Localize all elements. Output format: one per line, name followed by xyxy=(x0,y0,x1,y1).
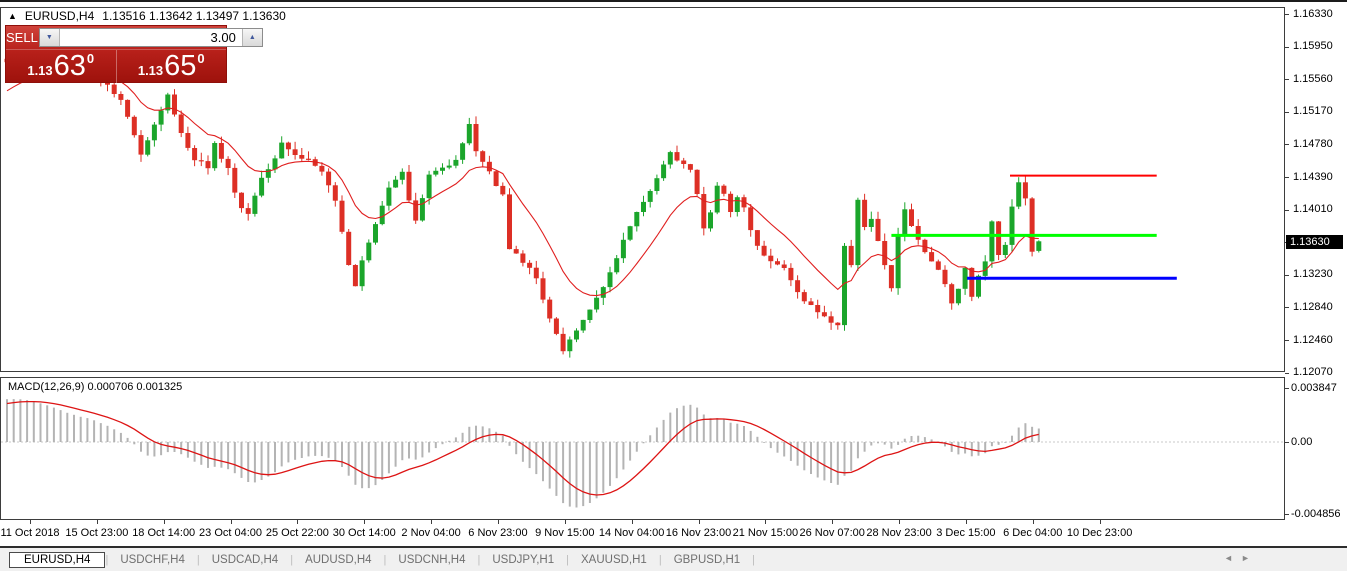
price-scale-label: 1.14010 xyxy=(1293,203,1333,216)
chart-tab-usdcad[interactable]: USDCAD,H4 xyxy=(200,554,290,566)
macd-indicator-label: MACD(12,26,9) 0.000706 0.001325 xyxy=(8,381,182,393)
price-scale-label: 1.15170 xyxy=(1293,105,1333,118)
chart-tab-xauusd[interactable]: XAUUSD,H1 xyxy=(569,554,659,566)
sell-price-prefix: 1.13 xyxy=(27,63,52,78)
chart-tab-bar: EURUSD,H4|USDCHF,H4|USDCAD,H4|AUDUSD,H4|… xyxy=(0,548,1347,571)
chart-tab-gbpusd[interactable]: GBPUSD,H1 xyxy=(662,554,752,566)
volume-decrease-button[interactable]: ▼ xyxy=(40,29,60,46)
time-axis-label: 6 Nov 23:00 xyxy=(468,527,527,539)
time-axis-label: 10 Dec 23:00 xyxy=(1067,527,1132,539)
macd-scale-label: 0.00 xyxy=(1291,436,1312,449)
time-axis-label: 9 Nov 15:00 xyxy=(535,527,594,539)
volume-spinner: ▼ ▲ xyxy=(39,28,263,47)
macd-scale-label: -0.004856 xyxy=(1291,508,1341,521)
price-scale-label: 1.16330 xyxy=(1293,8,1333,21)
ohlc-values: 1.13516 1.13642 1.13497 1.13630 xyxy=(102,9,286,23)
time-axis-label: 18 Oct 14:00 xyxy=(132,527,195,539)
time-axis-tick xyxy=(699,520,700,524)
chart-tab-usdjpy[interactable]: USDJPY,H1 xyxy=(480,554,566,566)
macd-scale-tick xyxy=(1285,442,1289,443)
price-scale-label: 1.12070 xyxy=(1293,366,1333,379)
buy-price-prefix: 1.13 xyxy=(138,63,163,78)
price-scale-tick xyxy=(1285,79,1289,80)
current-price-box: 1.13630 xyxy=(1286,235,1343,249)
volume-increase-button[interactable]: ▲ xyxy=(242,29,262,46)
time-axis-label: 15 Oct 23:00 xyxy=(65,527,128,539)
price-scale-tick xyxy=(1285,47,1289,48)
time-axis-tick xyxy=(498,520,499,524)
price-scale-label: 1.13230 xyxy=(1293,268,1333,281)
chart-tab-audusd[interactable]: AUDUSD,H4 xyxy=(293,554,383,566)
price-scale-label: 1.15950 xyxy=(1293,40,1333,53)
sell-price-pipette: 0 xyxy=(87,51,94,66)
time-axis-label: 25 Oct 22:00 xyxy=(266,527,329,539)
chart-tab-eurusd[interactable]: EURUSD,H4 xyxy=(9,552,105,568)
time-axis-tick xyxy=(899,520,900,524)
time-axis-label: 23 Oct 04:00 xyxy=(199,527,262,539)
buy-price-button[interactable]: 1.13 65 0 xyxy=(117,50,227,83)
price-scale-label: 1.12460 xyxy=(1293,334,1333,347)
price-scale-tick xyxy=(1285,112,1289,113)
time-axis-tick xyxy=(966,520,967,524)
price-scale-label: 1.15560 xyxy=(1293,73,1333,86)
tab-scroll-left-icon[interactable]: ◄ xyxy=(1224,552,1233,564)
tab-scroll-right-icon[interactable]: ► xyxy=(1241,552,1250,564)
time-axis-label: 30 Oct 14:00 xyxy=(333,527,396,539)
symbol-arrow-icon: ▲ xyxy=(8,11,17,21)
time-axis-tick xyxy=(1100,520,1101,524)
macd-scale-tick xyxy=(1285,514,1289,515)
price-scale-tick xyxy=(1285,275,1289,276)
macd-scale-label: 0.003847 xyxy=(1291,382,1337,395)
price-scale-tick xyxy=(1285,177,1289,178)
terminal-window: ▲ EURUSD,H4 1.13516 1.13642 1.13497 1.13… xyxy=(0,0,1347,571)
price-scale-label: 1.14780 xyxy=(1293,138,1333,151)
sell-price-big: 63 xyxy=(54,51,86,81)
price-scale-label: 1.12840 xyxy=(1293,301,1333,314)
time-axis-label: 6 Dec 04:00 xyxy=(1003,527,1062,539)
price-scale-tick xyxy=(1285,373,1289,374)
chart-tab-usdcnh[interactable]: USDCNH,H4 xyxy=(386,554,477,566)
tab-separator: | xyxy=(752,554,755,566)
time-axis-label: 26 Nov 07:00 xyxy=(799,527,864,539)
price-scale-tick xyxy=(1285,144,1289,145)
sell-button[interactable]: SELL xyxy=(6,26,38,49)
buy-button[interactable]: BUY xyxy=(264,26,291,49)
symbol-title: EURUSD,H4 xyxy=(25,9,94,23)
time-axis-label: 28 Nov 23:00 xyxy=(866,527,931,539)
time-axis-tick xyxy=(97,520,98,524)
time-axis-tick xyxy=(565,520,566,524)
volume-input[interactable] xyxy=(60,29,242,46)
time-axis-tick xyxy=(364,520,365,524)
time-axis-label: 11 Oct 2018 xyxy=(0,527,59,539)
price-scale-tick xyxy=(1285,210,1289,211)
time-axis-label: 2 Nov 04:00 xyxy=(401,527,460,539)
chart-header: ▲ EURUSD,H4 1.13516 1.13642 1.13497 1.13… xyxy=(8,9,286,23)
time-axis-label: 3 Dec 15:00 xyxy=(936,527,995,539)
price-scale-label: 1.14390 xyxy=(1293,171,1333,184)
one-click-trading-panel: SELL ▼ ▲ BUY 1.13 63 0 1.13 65 0 xyxy=(5,25,227,83)
price-chart-canvas[interactable] xyxy=(0,0,1347,571)
time-axis-tick xyxy=(765,520,766,524)
buy-price-pipette: 0 xyxy=(197,51,204,66)
sell-price-button[interactable]: 1.13 63 0 xyxy=(6,50,117,83)
chart-tab-usdchf[interactable]: USDCHF,H4 xyxy=(108,554,197,566)
time-axis-label: 16 Nov 23:00 xyxy=(666,527,731,539)
time-axis-tick xyxy=(297,520,298,524)
time-axis-tick xyxy=(30,520,31,524)
time-axis-tick xyxy=(1033,520,1034,524)
time-axis-tick xyxy=(431,520,432,524)
buy-price-big: 65 xyxy=(164,51,196,81)
macd-scale-tick xyxy=(1285,388,1289,389)
time-axis-tick xyxy=(164,520,165,524)
price-scale-tick xyxy=(1285,307,1289,308)
time-axis-tick xyxy=(632,520,633,524)
time-axis-label: 21 Nov 15:00 xyxy=(733,527,798,539)
time-axis-tick xyxy=(832,520,833,524)
time-axis-tick xyxy=(231,520,232,524)
price-scale-tick xyxy=(1285,14,1289,15)
price-scale-tick xyxy=(1285,340,1289,341)
time-axis-label: 14 Nov 04:00 xyxy=(599,527,664,539)
